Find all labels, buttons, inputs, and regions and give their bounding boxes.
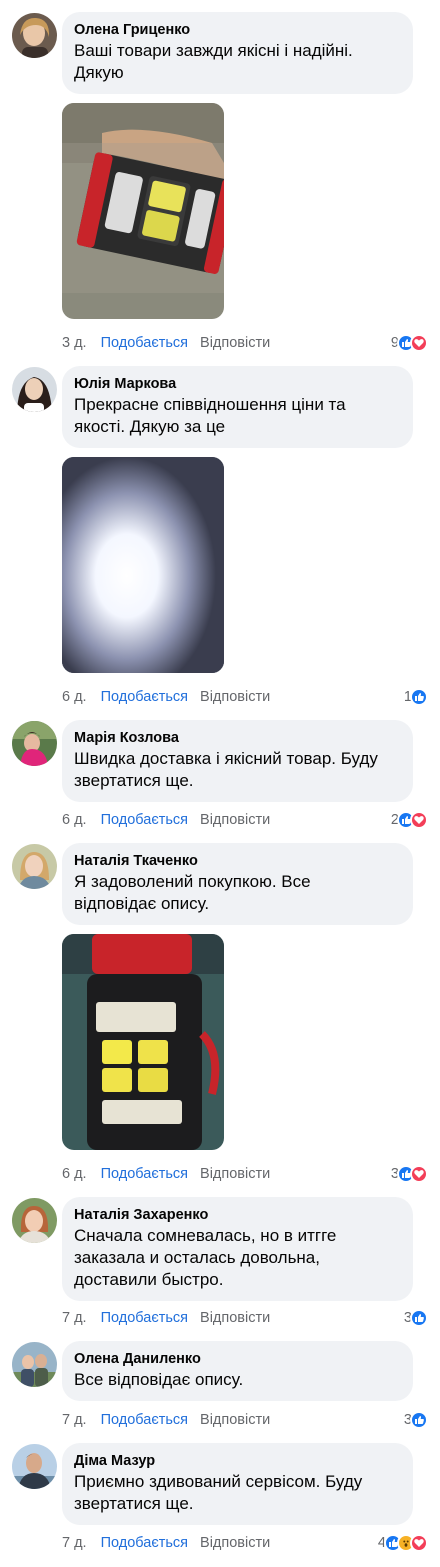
comment-text: Приємно здивований сервісом. Буду зверта… — [74, 1471, 401, 1515]
love-icon — [410, 334, 428, 352]
comment-photo[interactable] — [62, 103, 224, 319]
avatar[interactable] — [12, 1444, 57, 1489]
avatar[interactable] — [12, 367, 57, 412]
like-icon — [410, 1309, 428, 1327]
comment-time[interactable]: 6 д. — [62, 1166, 87, 1182]
love-icon — [410, 1165, 428, 1183]
comment-text-line: звертатися ще. — [74, 1494, 194, 1513]
comment-text: Все відповідає опису. — [74, 1369, 401, 1391]
comment-text-line: доставили быстро. — [74, 1270, 224, 1289]
comment-meta: 7 д. Подобається Відповісти 4 — [62, 1533, 432, 1553]
comment-time[interactable]: 7 д. — [62, 1310, 87, 1326]
comment-meta: 6 д. Подобається Відповісти 2 — [62, 810, 432, 830]
reactions-summary[interactable]: 4 — [378, 1533, 428, 1553]
comment-bubble: Юлія Маркова Прекрасне співвідношення ці… — [62, 366, 413, 448]
reply-button[interactable]: Відповісти — [200, 1412, 270, 1428]
comment-photo[interactable] — [62, 934, 224, 1150]
comment-author[interactable]: Марія Козлова — [74, 729, 401, 747]
comment-author[interactable]: Олена Даниленко — [74, 1350, 401, 1368]
comment-meta: 7 д. Подобається Відповісти 3 — [62, 1308, 432, 1328]
comment-text: Я задоволений покупкою. Все відповідає о… — [74, 871, 401, 915]
love-icon — [410, 811, 428, 829]
like-button[interactable]: Подобається — [101, 335, 188, 351]
comment-text-line: Все відповідає опису. — [74, 1370, 244, 1389]
reply-button[interactable]: Відповісти — [200, 335, 270, 351]
reactions-summary[interactable]: 3 — [404, 1410, 428, 1430]
reactions-summary[interactable]: 1 — [404, 687, 428, 707]
comment-bubble: Діма Мазур Приємно здивований сервісом. … — [62, 1443, 413, 1525]
comment-author[interactable]: Діма Мазур — [74, 1452, 401, 1470]
comment-meta: 6 д. Подобається Відповісти 3 — [62, 1164, 432, 1184]
avatar-image — [12, 721, 57, 766]
comment-time[interactable]: 6 д. — [62, 689, 87, 705]
like-button[interactable]: Подобається — [101, 1166, 188, 1182]
comment-text: Ваші товари завжди якісні і надійні. Дяк… — [74, 40, 401, 84]
reply-button[interactable]: Відповісти — [200, 1310, 270, 1326]
comment-time[interactable]: 7 д. — [62, 1412, 87, 1428]
comment-time[interactable]: 6 д. — [62, 812, 87, 828]
comment-author[interactable]: Наталія Ткаченко — [74, 852, 401, 870]
comment-meta: 3 д. Подобається Відповісти 9 — [62, 333, 432, 353]
flashlight-photo-3 — [62, 934, 224, 1150]
like-icon — [410, 1411, 428, 1429]
comment-author[interactable]: Юлія Маркова — [74, 375, 401, 393]
comment-author[interactable]: Наталія Захаренко — [74, 1206, 401, 1224]
like-button[interactable]: Подобається — [101, 1535, 188, 1551]
comment-meta: 7 д. Подобається Відповісти 3 — [62, 1410, 432, 1430]
avatar[interactable] — [12, 13, 57, 58]
reactions-summary[interactable]: 3 — [404, 1308, 428, 1328]
comment-bubble: Наталія Захаренко Сначала сомневалась, н… — [62, 1197, 413, 1301]
avatar-image — [12, 13, 57, 58]
avatar[interactable] — [12, 1198, 57, 1243]
comment-photo[interactable] — [62, 457, 224, 673]
comment-text-line: Я задоволений покупкою. Все — [74, 872, 311, 891]
comment-meta: 6 д. Подобається Відповісти 1 — [62, 687, 432, 707]
comment-text-line: Дякую — [74, 63, 124, 82]
like-button[interactable]: Подобається — [101, 812, 188, 828]
comment-text-line: Швидка доставка і якісний товар. Буду — [74, 749, 378, 768]
comment-text-line: заказала и осталась довольна, — [74, 1248, 320, 1267]
comment-text-line: Приємно здивований сервісом. Буду — [74, 1472, 363, 1491]
comment-bubble: Олена Даниленко Все відповідає опису. — [62, 1341, 413, 1401]
comment-bubble: Наталія Ткаченко Я задоволений покупкою.… — [62, 843, 413, 925]
avatar[interactable] — [12, 844, 57, 889]
avatar-image — [12, 367, 57, 412]
love-icon — [410, 1534, 428, 1552]
comment-text-line: якості. Дякую за це — [74, 417, 226, 436]
comment-bubble: Марія Козлова Швидка доставка і якісний … — [62, 720, 413, 802]
avatar-image — [12, 1342, 57, 1387]
reply-button[interactable]: Відповісти — [200, 689, 270, 705]
avatar-image — [12, 1198, 57, 1243]
flashlight-photo-1 — [62, 103, 224, 319]
comment-time[interactable]: 7 д. — [62, 1535, 87, 1551]
comment-text-line: Ваші товари завжди якісні і надійні. — [74, 41, 353, 60]
flashlight-photo-2 — [62, 457, 224, 673]
comment-text-line: Сначала сомневалась, но в итгге — [74, 1226, 337, 1245]
reply-button[interactable]: Відповісти — [200, 812, 270, 828]
comment-bubble: Олена Гриценко Ваші товари завжди якісні… — [62, 12, 413, 94]
comment-text-line: звертатися ще. — [74, 771, 194, 790]
like-button[interactable]: Подобається — [101, 1412, 188, 1428]
reactions-summary[interactable]: 9 — [391, 333, 428, 353]
avatar[interactable] — [12, 1342, 57, 1387]
like-button[interactable]: Подобається — [101, 689, 188, 705]
avatar-image — [12, 1444, 57, 1489]
like-button[interactable]: Подобається — [101, 1310, 188, 1326]
comment-text-line: Прекрасне співвідношення ціни та — [74, 395, 346, 414]
comment-text: Прекрасне співвідношення ціни та якості.… — [74, 394, 401, 438]
avatar[interactable] — [12, 721, 57, 766]
comment-author[interactable]: Олена Гриценко — [74, 21, 401, 39]
reactions-summary[interactable]: 3 — [391, 1164, 428, 1184]
comment-time[interactable]: 3 д. — [62, 335, 87, 351]
avatar-image — [12, 844, 57, 889]
reply-button[interactable]: Відповісти — [200, 1166, 270, 1182]
comment-text: Сначала сомневалась, но в итгге заказала… — [74, 1225, 401, 1291]
comment-text-line: відповідає опису. — [74, 894, 210, 913]
like-icon — [410, 688, 428, 706]
reactions-summary[interactable]: 2 — [391, 810, 428, 830]
comment-text: Швидка доставка і якісний товар. Буду зв… — [74, 748, 401, 792]
reply-button[interactable]: Відповісти — [200, 1535, 270, 1551]
